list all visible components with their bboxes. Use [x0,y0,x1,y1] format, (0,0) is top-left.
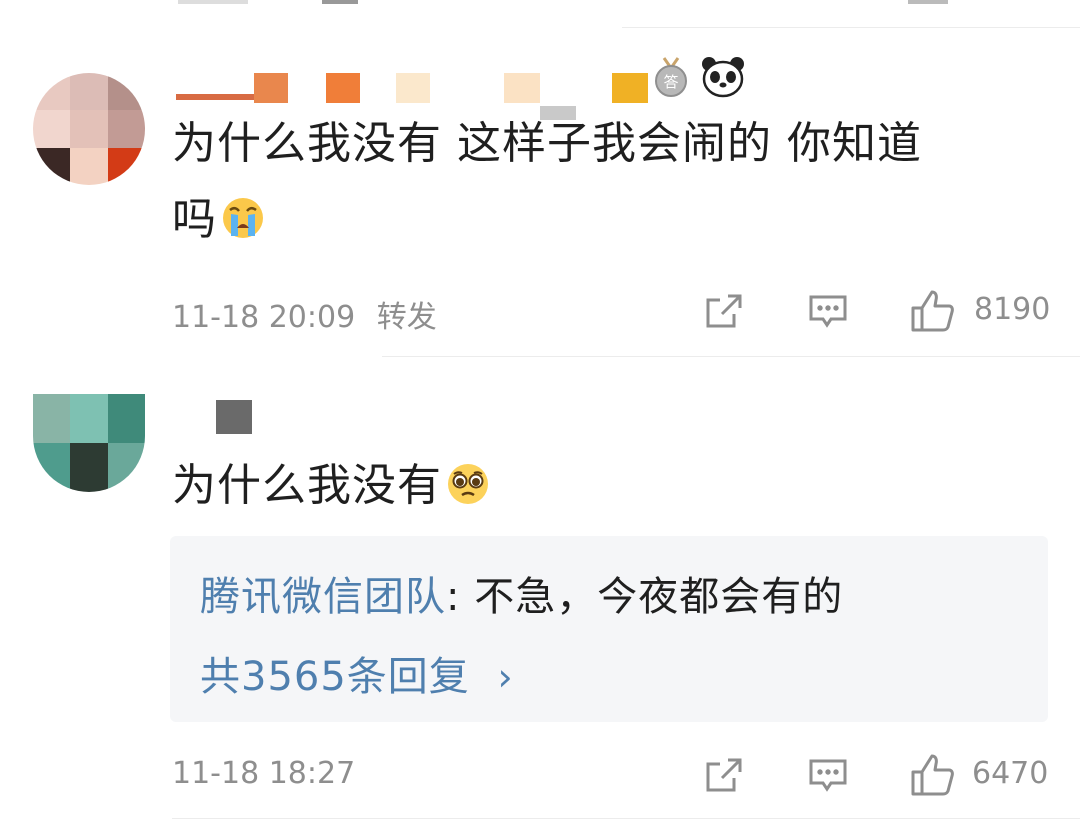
pleading-face-emoji [446,454,490,504]
avatar[interactable] [33,394,145,492]
reply-separator: : [446,574,475,620]
chevron-right-icon: › [497,655,514,699]
comment-meta: 11-18 18:27 [172,756,355,791]
reply-author[interactable]: 腾讯微信团队 [200,574,446,620]
cutoff-fragment [322,0,358,4]
like-count: 8190 [974,292,1051,327]
reply-line: 腾讯微信团队: 不急，今夜都会有的 [200,564,843,622]
thumbs-up-icon[interactable] [910,752,956,798]
panda-icon [700,54,746,100]
loudly-crying-face-emoji [221,188,265,238]
comment-timestamp: 11-18 18:27 [172,756,356,791]
cutoff-fragment [178,0,248,4]
comment-text-line: 为什么我没有 这样子我会闹的 你知道 [172,118,922,169]
like-count: 6470 [972,756,1049,791]
view-all-replies-link[interactable]: 共3565条回复 › [200,644,514,702]
share-icon[interactable] [704,292,744,332]
svg-text:答: 答 [663,73,678,91]
comment-icon[interactable] [808,756,848,796]
comment-text: 为什么我没有 [172,448,490,524]
comment-divider [382,356,1080,357]
repost-button[interactable]: 转发 [377,300,437,335]
share-icon[interactable] [704,756,744,796]
comment-text-line: 吗 [172,182,1052,258]
top-divider [622,27,1080,28]
reply-text: 不急，今夜都会有的 [474,574,844,620]
bottom-divider [172,818,1080,819]
comment-timestamp: 11-18 20:09 [172,300,356,335]
comment-icon[interactable] [808,292,848,332]
answerer-medal-icon: 答 [652,56,690,98]
cutoff-fragment [908,0,948,4]
thumbs-up-icon[interactable] [910,288,956,334]
reply-count-label: 共3565条回复 [200,654,470,700]
comment-meta: 11-18 20:09 转发 [172,292,437,336]
avatar[interactable] [33,73,145,185]
comment-text: 为什么我没有 这样子我会闹的 你知道 吗 [172,106,1052,258]
reply-preview[interactable]: 腾讯微信团队: 不急，今夜都会有的 共3565条回复 › [170,536,1048,722]
